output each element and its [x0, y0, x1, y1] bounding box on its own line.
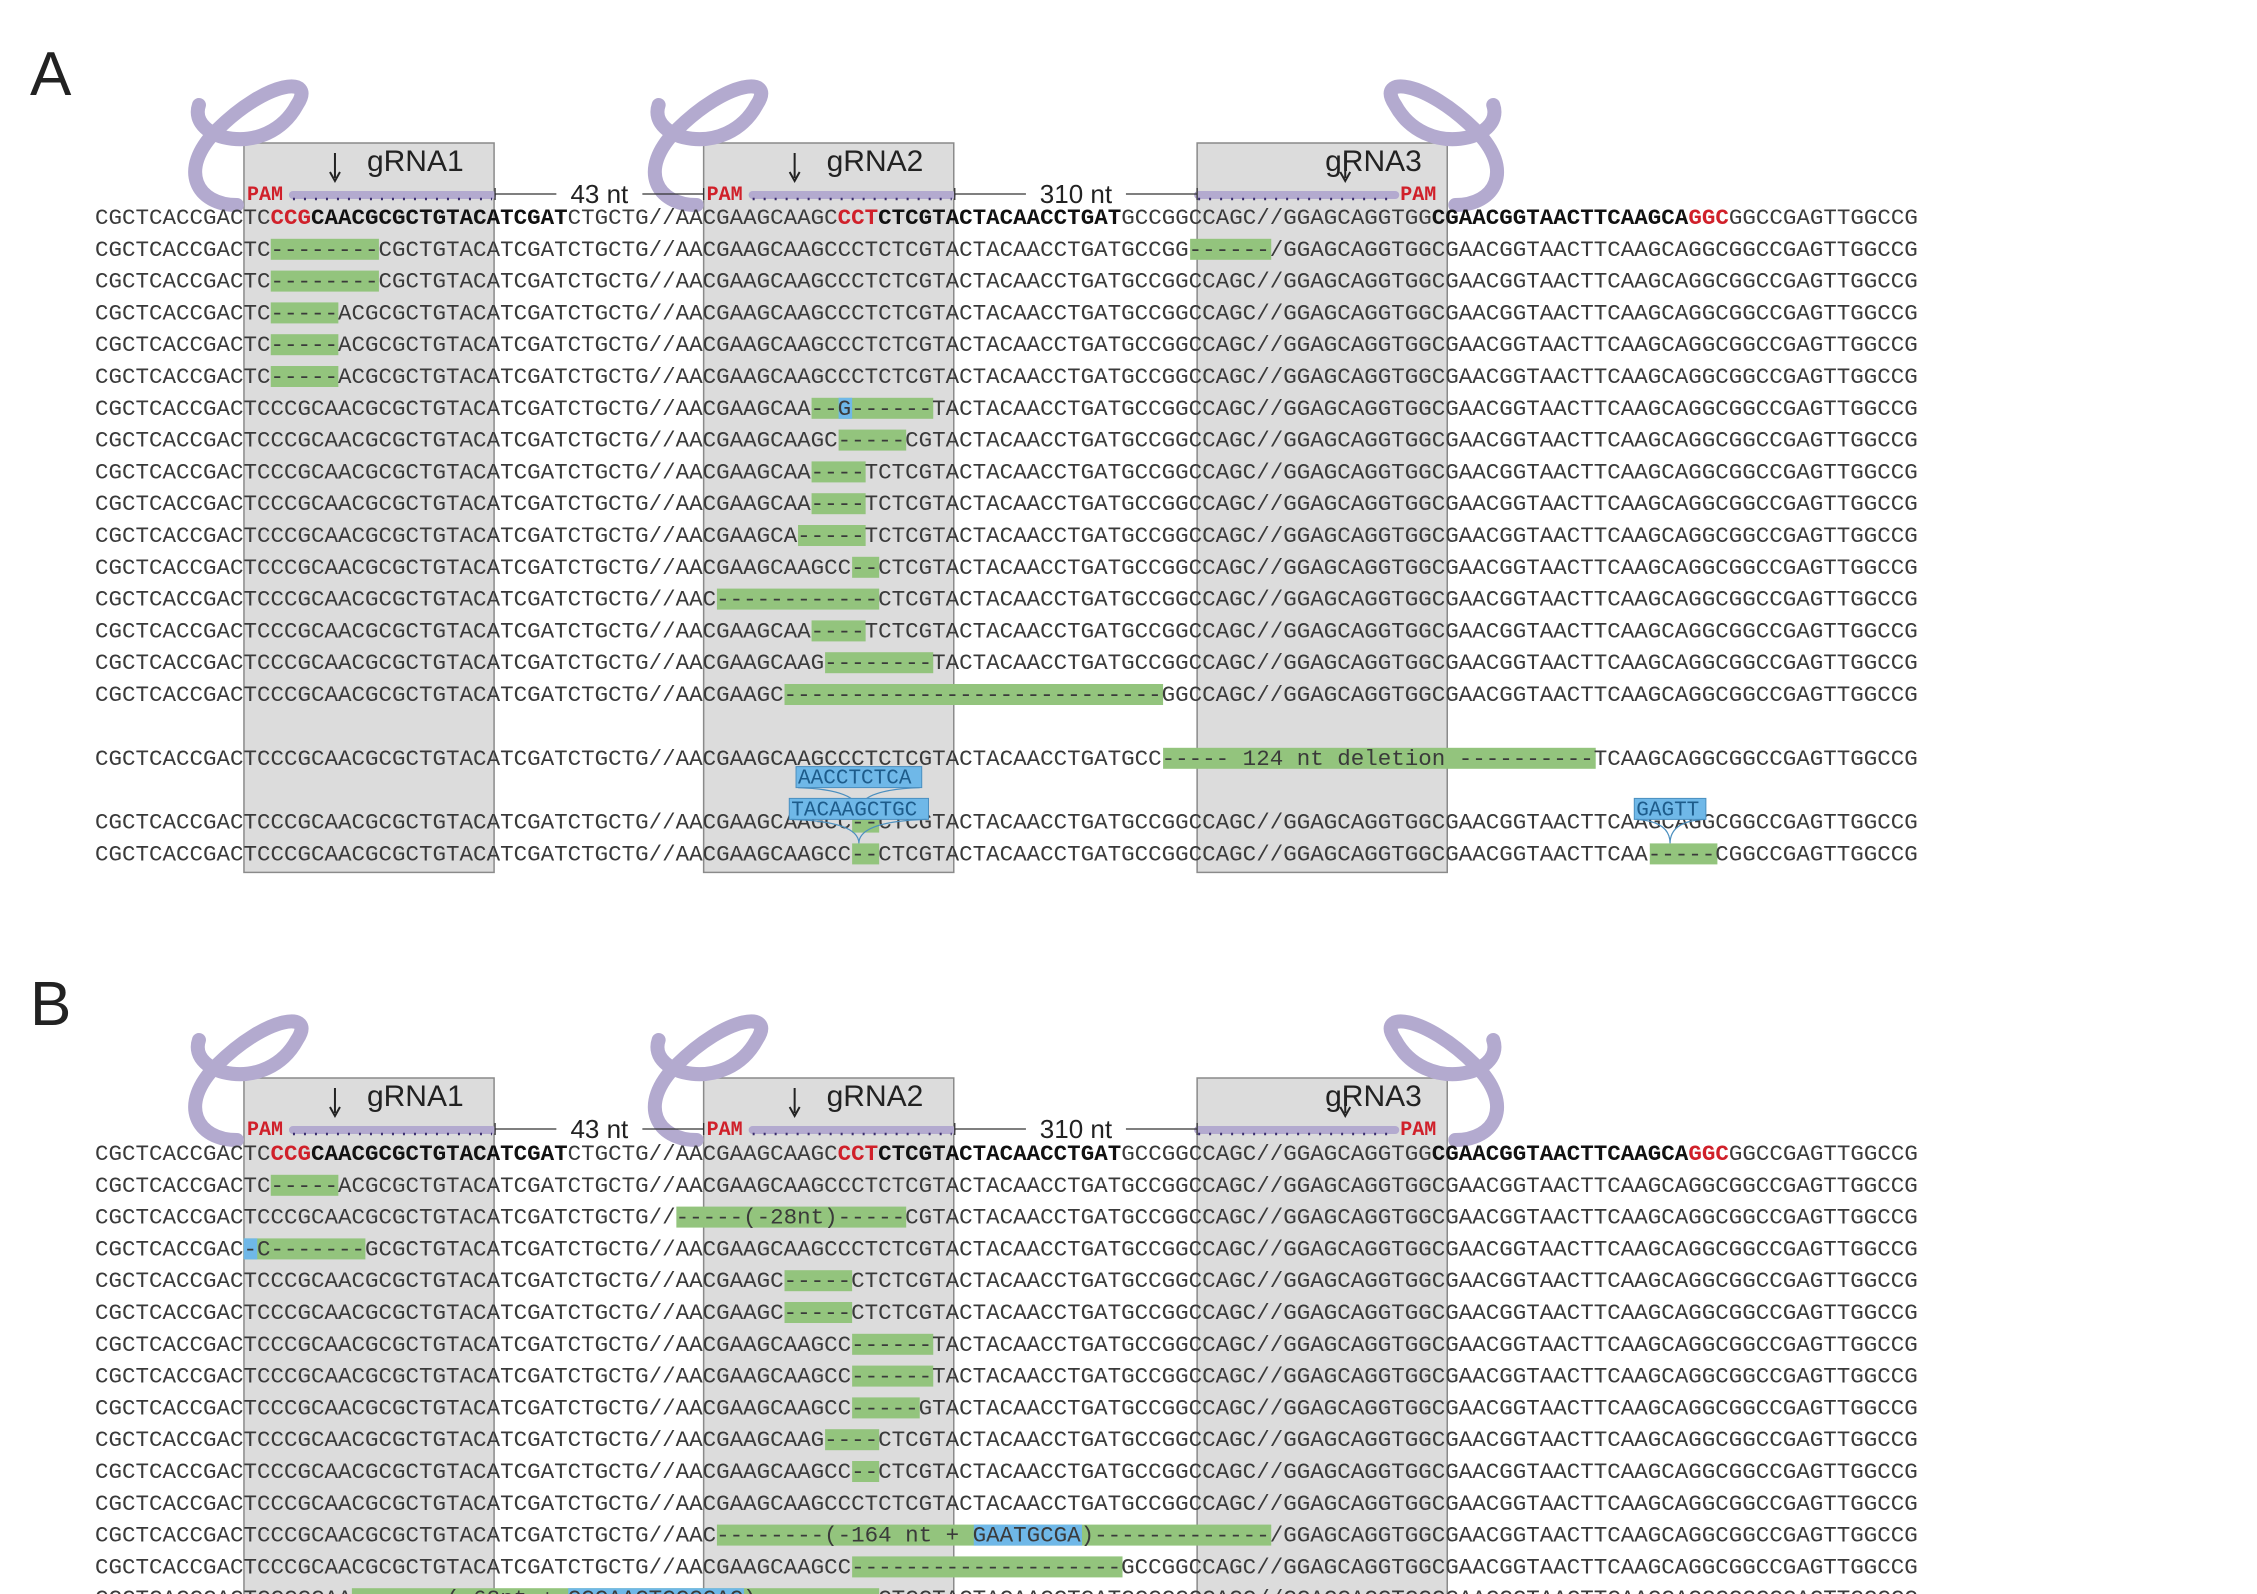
pam-label: PAM	[707, 1119, 743, 1142]
variant-sequence: CGCTCACCGACTCCCGCAA-------(-63nt + CGCAA…	[95, 1586, 1918, 1594]
pam-label: PAM	[247, 1119, 283, 1142]
variant-sequence: CGCTCACCGACTCCCGCAACGCGCTGTACATCGATCTGCT…	[95, 396, 1918, 422]
panel-a: AgRNA1 gRNA2 gRNA3PAM PAM PAM43 nt 310 ntCGCT…	[30, 40, 1918, 874]
variant-sequence: CGCTCACCGACTCCCGCAACGCGCTGTACATCGATCTGCT…	[95, 555, 1918, 581]
variant-sequence: CGCTCACCGACTC-----ACGCGCTGTACATCGATCTGCT…	[95, 364, 1918, 390]
variant-sequence: CGCTCACCGACTC-----ACGCGCTGTACATCGATCTGCT…	[95, 1173, 1918, 1199]
grna-label: gRNA2	[827, 145, 924, 178]
distance-label: 43 nt	[570, 1114, 629, 1144]
insertion-sequence: TACAAGCTGC	[791, 799, 917, 822]
variant-sequence: CGCTCACCGACTCCCGCAACGCGCTGTACATCGATCTGCT…	[95, 1332, 1918, 1358]
variant-sequence: CGCTCACCGACTC-----ACGCGCTGTACATCGATCTGCT…	[95, 300, 1918, 326]
variant-sequence: CGCTCACCGACTCCCGCAACGCGCTGTACATCGATCTGCT…	[95, 1491, 1918, 1517]
variant-sequence: CGCTCACCGACTCCCGCAACGCGCTGTACATCGATCTGCT…	[95, 1395, 1918, 1421]
pam-label: PAM	[1400, 1119, 1436, 1142]
variant-sequence: CGCTCACCGACTCCCGCAACGCGCTGTACATCGATCTGCT…	[95, 428, 1918, 454]
crispr-alignment-figure: AgRNA1 gRNA2 gRNA3 PAM PAM PAM 43 nt 310 nt CGCT…	[30, 40, 1918, 1594]
variant-sequence: CGCTCACCGAC-C-------GCGCTGTACATCGATCTGCT…	[95, 1236, 1918, 1262]
variant-sequence: CGCTCACCGACTCCCGCAACGCGCTGTACATCGATCTGCT…	[95, 1554, 1918, 1580]
insertion-sequence: AACCTCTCA	[798, 768, 912, 791]
variant-sequence: CGCTCACCGACTCCCGCAACGCGCTGTACATCGATCTGCT…	[95, 523, 1918, 549]
grna-label: gRNA1	[367, 1080, 464, 1113]
pam-label: PAM	[1400, 184, 1436, 207]
distance-label: 310 nt	[1040, 1114, 1113, 1144]
pam-label: PAM	[247, 184, 283, 207]
variant-sequence: CGCTCACCGACTCCCGCAACGCGCTGTACATCGATCTGCT…	[95, 746, 1918, 772]
variant-sequence: CGCTCACCGACTCCCGCAACGCGCTGTACATCGATCTGCT…	[95, 587, 1918, 613]
variant-sequence: CGCTCACCGACTCCCGCAACGCGCTGTACATCGATCTGCT…	[95, 1523, 1918, 1549]
variant-sequence: CGCTCACCGACTCCCGCAACGCGCTGTACATCGATCTGCT…	[95, 618, 1918, 644]
variant-sequence: CGCTCACCGACTCCCGCAACGCGCTGTACATCGATCTGCT…	[95, 841, 1918, 867]
variant-sequence: CGCTCACCGACTCCCGCAACGCGCTGTACATCGATCTGCT…	[95, 1268, 1918, 1294]
variant-sequence: CGCTCACCGACTC--------CGCTGTACATCGATCTGCT…	[95, 269, 1918, 295]
insertion-sequence: GAGTT	[1636, 799, 1699, 822]
variant-sequence: CGCTCACCGACTCCCGCAACGCGCTGTACATCGATCTGCT…	[95, 491, 1918, 517]
grna-label: gRNA2	[827, 1080, 924, 1113]
panel-label: A	[30, 40, 72, 109]
variant-sequence: CGCTCACCGACTCCCGCAACGCGCTGTACATCGATCTGCT…	[95, 459, 1918, 485]
variant-sequence: CGCTCACCGACTCCCGCAACGCGCTGTACATCGATCTGCT…	[95, 682, 1918, 708]
variant-sequence: CGCTCACCGACTCCCGCAACGCGCTGTACATCGATCTGCT…	[95, 650, 1918, 676]
variant-sequence: CGCTCACCGACTCCCGCAACGCGCTGTACATCGATCTGCT…	[95, 1364, 1918, 1390]
variant-sequence: CGCTCACCGACTCCCGCAACGCGCTGTACATCGATCTGCT…	[95, 1427, 1918, 1453]
variant-sequence: CGCTCACCGACTCCCGCAACGCGCTGTACATCGATCTGCT…	[95, 1300, 1918, 1326]
variant-sequence: CGCTCACCGACTCCCGCAACGCGCTGTACATCGATCTGCT…	[95, 1205, 1918, 1231]
pam-label: PAM	[707, 184, 743, 207]
grna-label: gRNA3	[1325, 1080, 1422, 1113]
variant-sequence: CGCTCACCGACTC-----ACGCGCTGTACATCGATCTGCT…	[95, 332, 1918, 358]
reference-sequence: CGCTCACCGACTCCCGCAACGCGCTGTACATCGATCTGCT…	[95, 205, 1918, 231]
variant-sequence: CGCTCACCGACTC--------CGCTGTACATCGATCTGCT…	[95, 237, 1918, 263]
panel-label: B	[30, 970, 71, 1039]
variant-sequence: CGCTCACCGACTCCCGCAACGCGCTGTACATCGATCTGCT…	[95, 1459, 1918, 1485]
grna-label: gRNA3	[1325, 145, 1422, 178]
reference-sequence: CGCTCACCGACTCCCGCAACGCGCTGTACATCGATCTGCT…	[95, 1141, 1918, 1167]
grna-label: gRNA1	[367, 145, 464, 178]
panel-b: BgRNA1 gRNA2 gRNA3PAM PAM PAM43 nt 310 ntCGCT…	[30, 970, 1918, 1594]
